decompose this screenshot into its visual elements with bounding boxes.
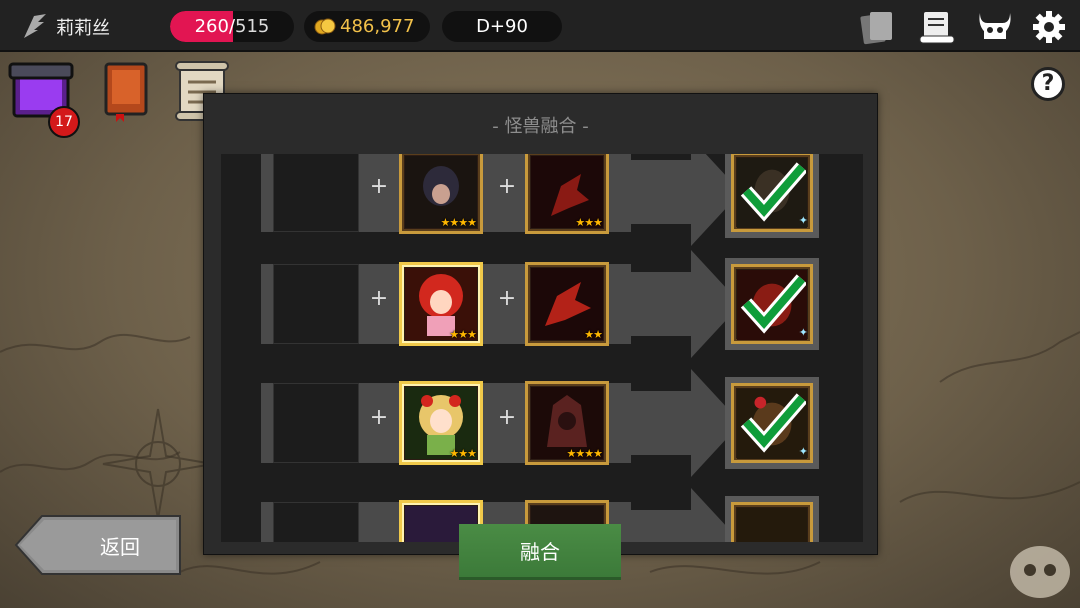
plus-sign: + [369,286,389,311]
star-rating: ★★★ [449,328,477,341]
gold-amount: 486,977 [340,16,415,37]
arrow-icon [621,154,741,246]
fusion-result-slot[interactable] [725,496,819,542]
checkmark-icon [740,393,806,453]
arrow-icon [621,488,741,542]
skull-icon [1010,546,1070,598]
empty-slot[interactable] [273,264,359,344]
empty-slot[interactable] [273,502,359,542]
dialog-title: - 怪兽融合 - [492,116,589,137]
monster-card[interactable]: ★★★ [399,262,483,346]
red-book-icon[interactable] [98,58,154,124]
hp-readout: 260/515 [170,16,294,37]
plus-sign: + [497,405,517,430]
gold-counter: 486,977 [304,11,430,42]
top-bar: 莉莉丝 260/515 486,977 D+90 [0,0,1080,52]
fusion-result-slot[interactable]: ✦ [725,154,819,238]
star-rating: ★★★ [449,447,477,460]
star-rating: ★★★ [575,216,603,229]
fusion-result-slot[interactable]: ✦ [725,377,819,469]
plus-sign: + [497,174,517,199]
empty-slot[interactable] [273,154,359,232]
hp-bar: 260/515 [170,11,294,42]
checkmark-icon [740,162,806,222]
back-label: 返回 [100,535,140,559]
star-rating: ★★ [584,328,603,341]
monster-card[interactable]: ★★★★ [525,381,609,465]
fusion-row[interactable]: + ★★★ + ★★ ✦ [261,250,821,358]
sparkle-icon: ✦ [798,445,808,458]
fusion-recipe-list[interactable]: + ★★★★ + ★★★ ✦ + ★★★ + ★★ ✦ + ★★★ + ★★★★… [221,154,863,542]
monster-fusion-dialog: - 怪兽融合 - + ★★★★ + ★★★ ✦ + ★★★ + ★★ ✦ + ★… [203,93,878,555]
day-label: D+90 [476,16,528,37]
monster-card[interactable]: ★★ [525,262,609,346]
checkmark-icon [740,274,806,334]
fusion-row[interactable]: + ★★★★ + ★★★ ✦ [261,154,821,246]
day-counter: D+90 [442,11,562,42]
scroll-icon[interactable] [918,9,956,45]
arrow-icon [621,250,741,358]
plus-sign: + [369,174,389,199]
demon-skull-icon[interactable] [976,9,1014,45]
gold-coins-icon [314,18,336,35]
chest-count-badge: 17 [48,106,80,138]
gear-icon[interactable] [1030,9,1068,45]
sparkle-icon: ✦ [798,214,808,227]
sparkle-icon: ✦ [798,326,808,339]
monster-card[interactable]: ★★★ [399,381,483,465]
monster-card[interactable]: ★★★ [525,154,609,234]
empty-slot[interactable] [273,383,359,463]
fusion-result-slot[interactable]: ✦ [725,258,819,350]
cards-icon[interactable] [858,9,896,45]
wing-emblem-icon [24,14,46,38]
player-name: 莉莉丝 [56,18,110,39]
star-rating: ★★★★ [440,216,477,229]
fuse-button[interactable]: 融合 [459,524,621,580]
fusion-row[interactable]: + ★★★ + ★★★★ ✦ [261,369,821,477]
hp-current: 260 [194,16,229,37]
plus-sign: + [497,286,517,311]
compass-rose-icon [102,408,214,520]
hp-max: 515 [235,16,270,37]
arrow-icon [621,369,741,477]
plus-sign: + [369,405,389,430]
result-portrait [737,508,807,542]
monster-card[interactable]: ★★★★ [399,154,483,234]
star-rating: ★★★★ [566,447,603,460]
back-button[interactable]: 返回 [14,514,182,576]
help-button[interactable]: ? [1031,67,1065,101]
